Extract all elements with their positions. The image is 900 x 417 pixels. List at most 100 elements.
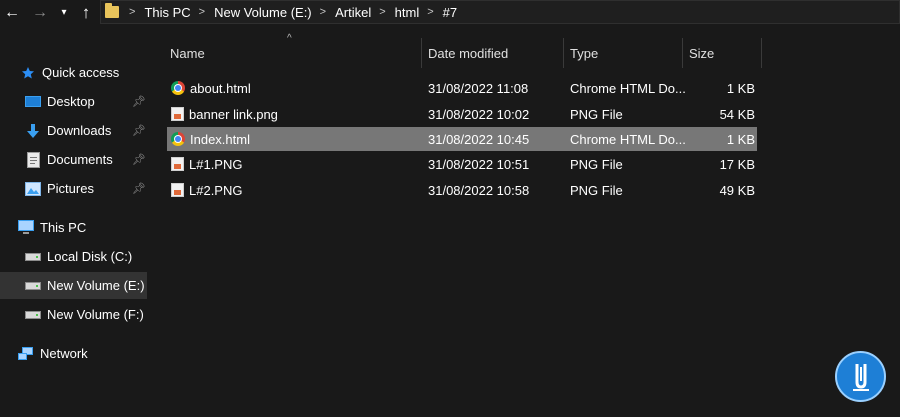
breadcrumb-label: html <box>394 4 420 20</box>
file-row[interactable]: L#1.PNG 31/08/2022 10:51 PNG File 17 KB <box>167 152 757 176</box>
column-divider[interactable] <box>563 38 564 68</box>
sidebar-item-network[interactable]: Network <box>0 340 150 367</box>
sidebar-item-pictures[interactable]: Pictures 📌︎ <box>0 175 150 202</box>
sidebar-item-documents[interactable]: Documents 📌︎ <box>0 146 150 173</box>
sidebar-item-label: Local Disk (C:) <box>47 249 133 264</box>
chevron-right-icon: > <box>379 6 386 18</box>
file-size: 1 KB <box>726 131 755 147</box>
column-divider[interactable] <box>421 38 422 68</box>
column-header-name[interactable]: Name <box>170 38 420 68</box>
file-name: about.html <box>190 80 251 96</box>
sidebar-item-new-volume-f[interactable]: New Volume (F:) <box>0 301 150 328</box>
drive-icon <box>25 278 41 294</box>
chevron-right-icon: > <box>129 6 136 18</box>
file-row-selected[interactable]: Index.html 31/08/2022 10:45 Chrome HTML … <box>167 127 757 151</box>
file-name: L#1.PNG <box>189 156 243 172</box>
file-name-cell: banner link.png <box>169 102 278 126</box>
file-type: PNG File <box>570 156 623 172</box>
drive-icon <box>25 249 41 265</box>
file-type: Chrome HTML Do... <box>570 131 686 147</box>
network-icon <box>18 346 34 362</box>
file-name-cell: about.html <box>169 76 251 100</box>
file-name: Index.html <box>190 131 250 147</box>
navigation-bar: ← → ▾ ↑ > This PC > New Volume (E:) > Ar… <box>0 0 900 25</box>
download-icon <box>25 123 41 139</box>
navigation-pane: Quick access Desktop 📌︎ Downloads 📌︎ Doc… <box>0 25 150 417</box>
file-date: 31/08/2022 11:08 <box>428 80 529 96</box>
column-divider[interactable] <box>761 38 762 68</box>
sidebar-item-this-pc[interactable]: This PC <box>0 214 150 241</box>
documents-icon <box>25 151 41 168</box>
pin-icon[interactable]: 📌︎ <box>132 182 146 195</box>
sidebar-item-label: Downloads <box>47 123 112 138</box>
desktop-icon <box>25 94 41 110</box>
sidebar-item-desktop[interactable]: Desktop 📌︎ <box>0 88 150 115</box>
chrome-icon <box>171 132 185 146</box>
sidebar-item-downloads[interactable]: Downloads 📌︎ <box>0 117 150 144</box>
file-name-cell: L#1.PNG <box>169 152 242 176</box>
sidebar-item-label: Quick access <box>42 65 120 80</box>
pin-icon[interactable]: 📌︎ <box>132 95 146 108</box>
png-icon <box>171 157 184 171</box>
file-date: 31/08/2022 10:02 <box>428 106 530 122</box>
file-name-cell: Index.html <box>169 127 250 151</box>
breadcrumb-artikel[interactable]: > Artikel <box>318 5 378 20</box>
sidebar-item-label: Desktop <box>47 94 95 109</box>
file-row[interactable]: banner link.png 31/08/2022 10:02 PNG Fil… <box>167 102 757 126</box>
file-type: PNG File <box>570 106 623 122</box>
breadcrumb-this-pc[interactable]: > This PC <box>127 5 197 20</box>
png-icon <box>171 183 184 197</box>
sidebar-item-label: This PC <box>40 220 87 235</box>
file-type: Chrome HTML Do... <box>570 80 686 96</box>
breadcrumb-7[interactable]: > #7 <box>425 5 463 20</box>
computer-icon <box>18 220 34 236</box>
star-icon <box>20 65 36 81</box>
file-type: PNG File <box>570 182 623 198</box>
sidebar-item-label: Documents <box>47 152 113 167</box>
file-name-cell: L#2.PNG <box>169 178 242 202</box>
file-date: 31/08/2022 10:45 <box>428 131 530 147</box>
file-date: 31/08/2022 10:58 <box>428 182 530 198</box>
sidebar-item-new-volume-e[interactable]: New Volume (E:) <box>0 272 147 299</box>
file-name: L#2.PNG <box>189 182 243 198</box>
sidebar-item-label: New Volume (F:) <box>47 307 144 322</box>
breadcrumb-label: Artikel <box>335 4 372 20</box>
file-size: 49 KB <box>719 182 755 198</box>
breadcrumb-label: #7 <box>442 4 458 20</box>
sidebar-item-label: New Volume (E:) <box>47 278 145 293</box>
sidebar-item-local-disk-c[interactable]: Local Disk (C:) <box>0 243 150 270</box>
breadcrumb-html[interactable]: > html <box>377 5 425 20</box>
column-divider[interactable] <box>682 38 683 68</box>
chevron-right-icon: > <box>427 6 434 18</box>
breadcrumb-new-volume-e[interactable]: > New Volume (E:) <box>197 5 318 20</box>
file-list: ^ Name Date modified Type Size about.htm… <box>150 25 900 417</box>
file-name: banner link.png <box>189 106 278 122</box>
column-header-date-modified[interactable]: Date modified <box>428 38 562 68</box>
column-header-type[interactable]: Type <box>570 38 680 68</box>
pin-icon[interactable]: 📌︎ <box>132 153 146 166</box>
file-size: 54 KB <box>719 106 755 122</box>
file-row[interactable]: L#2.PNG 31/08/2022 10:58 PNG File 49 KB <box>167 178 757 202</box>
chevron-right-icon: > <box>198 6 206 18</box>
back-arrow-icon[interactable]: ← <box>2 0 22 25</box>
up-arrow-icon[interactable]: ↑ <box>76 0 96 25</box>
sidebar-item-label: Pictures <box>47 181 94 196</box>
folder-icon <box>105 3 119 18</box>
sidebar-item-label: Network <box>40 346 88 361</box>
pin-icon[interactable]: 📌︎ <box>132 124 146 137</box>
file-row[interactable]: about.html 31/08/2022 11:08 Chrome HTML … <box>167 76 757 100</box>
drive-icon <box>25 307 41 323</box>
sidebar-item-quick-access[interactable]: Quick access <box>0 59 150 86</box>
brand-logo <box>835 351 886 402</box>
chrome-icon <box>171 81 185 95</box>
address-bar[interactable]: > This PC > New Volume (E:) > Artikel > … <box>100 0 900 24</box>
pictures-icon <box>25 181 41 197</box>
column-header-size[interactable]: Size <box>689 38 759 68</box>
file-size: 1 KB <box>726 80 755 96</box>
recent-locations-chevron-icon[interactable]: ▾ <box>56 0 72 25</box>
breadcrumb-label: New Volume (E:) <box>214 4 312 20</box>
file-date: 31/08/2022 10:51 <box>428 156 530 172</box>
breadcrumb-label: This PC <box>144 4 191 20</box>
file-size: 17 KB <box>719 156 755 172</box>
forward-arrow-icon[interactable]: → <box>30 0 50 25</box>
